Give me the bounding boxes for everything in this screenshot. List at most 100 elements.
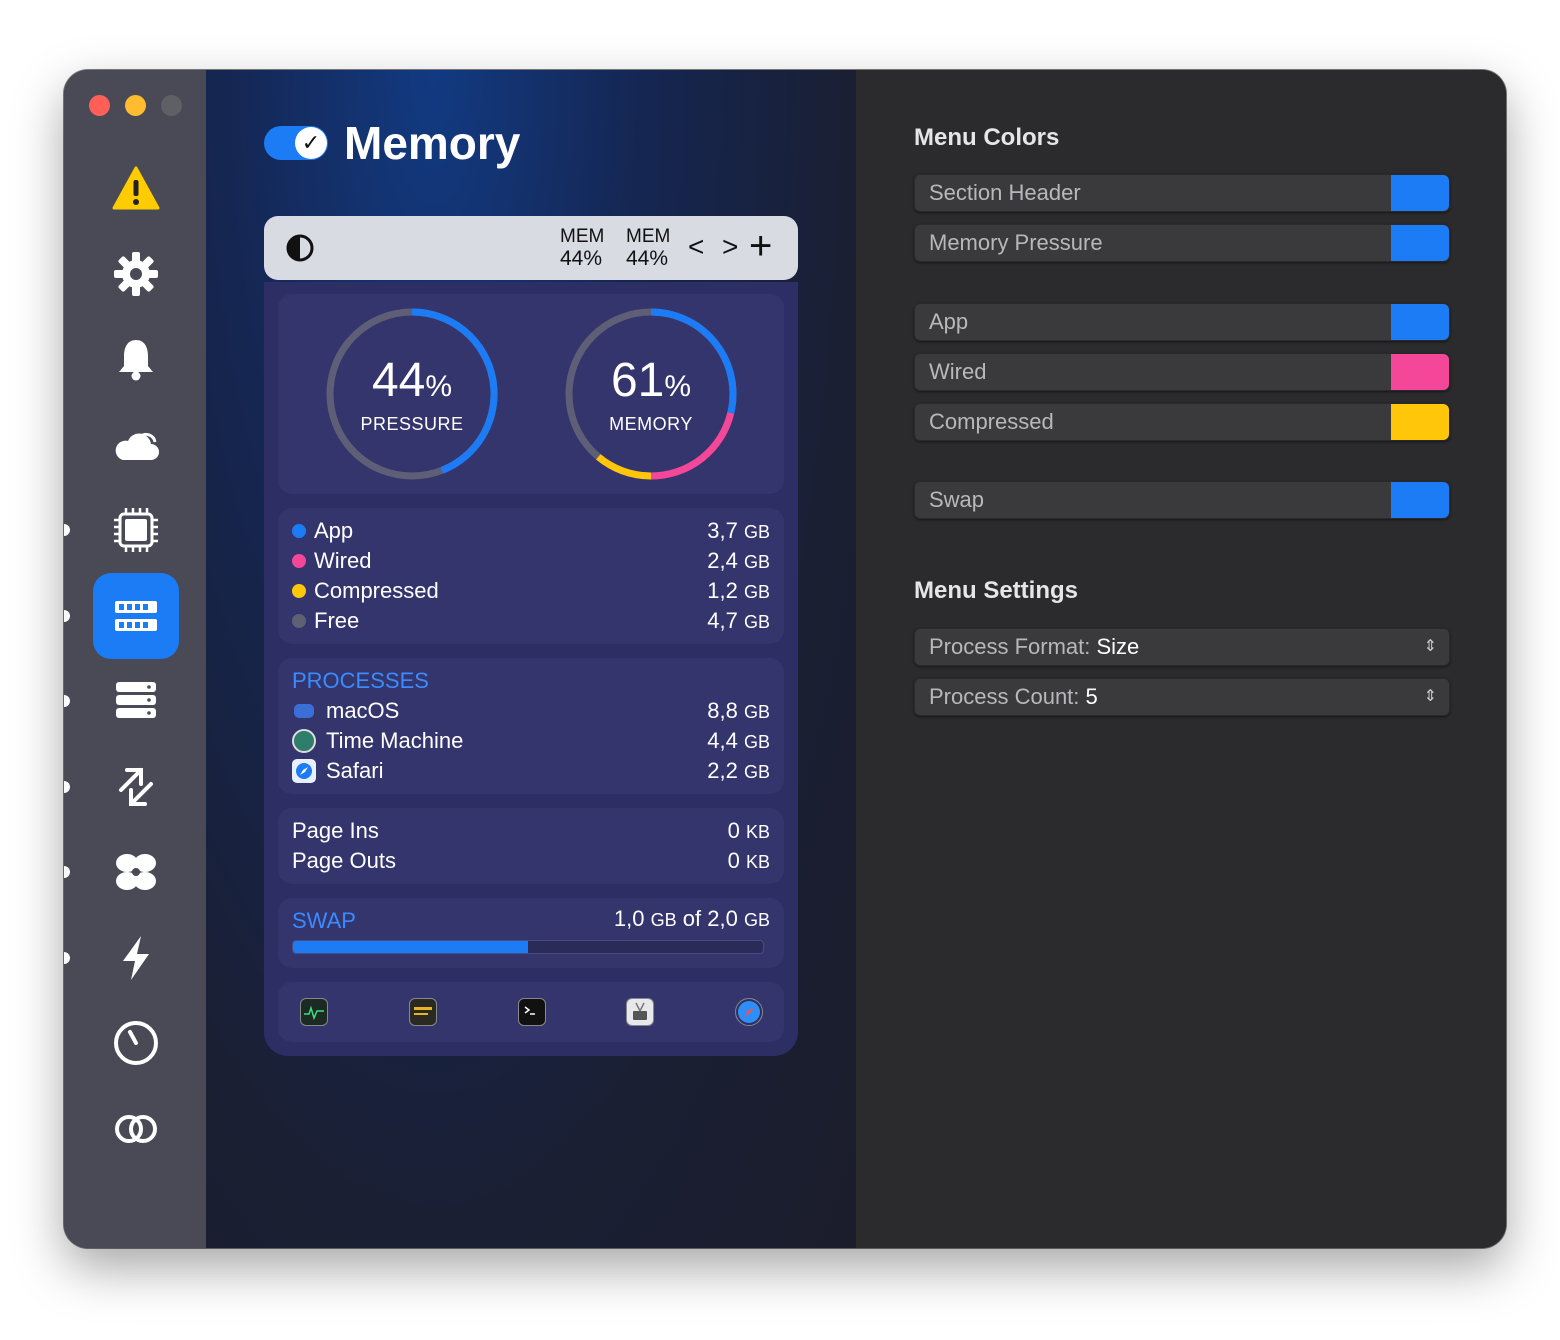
- color-swatch[interactable]: [1391, 225, 1449, 261]
- sidebar-item-battery[interactable]: [93, 915, 179, 1001]
- chevron-right-icon[interactable]: >: [722, 230, 738, 264]
- color-row-section-header[interactable]: Section Header: [914, 174, 1450, 212]
- swap-progress-fill: [293, 941, 528, 953]
- app-dot: [292, 524, 306, 538]
- menubar-stat: MEM 44%: [626, 226, 671, 270]
- fan-icon: [116, 854, 156, 890]
- list-item: Page Ins 0 KB: [292, 818, 770, 843]
- traffic-lights: [89, 95, 182, 116]
- menubar-stat: MEM 44%: [560, 226, 605, 270]
- rings-icon: [115, 1115, 157, 1143]
- sidebar-item-network[interactable]: [93, 744, 179, 830]
- color-row-memory-pressure[interactable]: Memory Pressure: [914, 224, 1450, 262]
- sidebar-indicator-dot: [64, 866, 70, 878]
- clock-icon: [114, 1021, 158, 1065]
- memory-icon: [115, 601, 157, 631]
- breakdown-card: App 3,7 GB Wired 2,4 GB Compressed 1,2 G…: [278, 508, 784, 644]
- processes-card: PROCESSES macOS 8,8 GB Time Machine 4,4 …: [278, 658, 784, 794]
- macos-icon: [294, 704, 314, 718]
- console-icon[interactable]: [409, 998, 437, 1026]
- check-icon: ✓: [295, 127, 327, 159]
- sidebar-indicator-dot: [64, 781, 70, 793]
- gauges-card: 44% PRESSURE 61% MEMORY: [278, 294, 784, 494]
- cpu-icon: [114, 508, 158, 552]
- color-row-wired[interactable]: Wired: [914, 353, 1450, 391]
- chevron-left-icon[interactable]: <: [688, 230, 704, 264]
- enable-toggle[interactable]: ✓: [264, 126, 328, 160]
- color-swatch[interactable]: [1391, 482, 1449, 518]
- color-swatch[interactable]: [1391, 404, 1449, 440]
- list-item: App 3,7 GB: [292, 516, 770, 546]
- color-row-compressed[interactable]: Compressed: [914, 403, 1450, 441]
- sidebar-item-cpu[interactable]: [93, 487, 179, 573]
- memory-gauge-label: 61% MEMORY: [609, 354, 693, 435]
- memory-gauge-compressed-arc: [596, 454, 652, 480]
- cloud-icon: [115, 432, 159, 460]
- settings-pane: Menu Colors Section Header Memory Pressu…: [856, 70, 1506, 1248]
- process-count-select[interactable]: Process Count: 5 ⇕: [914, 678, 1450, 716]
- memory-panel: 44% PRESSURE 61% MEMORY App 3,7 GB Wired…: [264, 282, 798, 1056]
- close-button[interactable]: [89, 95, 110, 116]
- list-item: Page Outs 0 KB: [292, 848, 770, 873]
- list-item: Free 4,7 GB: [292, 606, 770, 636]
- process-row: Time Machine 4,4 GB: [292, 726, 770, 756]
- minimize-button[interactable]: [125, 95, 146, 116]
- sidebar-item-disk[interactable]: [93, 658, 179, 744]
- time-machine-icon: [292, 729, 316, 753]
- free-dot: [292, 614, 306, 628]
- menu-settings-title: Menu Settings: [914, 577, 1079, 604]
- safari-icon: [292, 759, 316, 783]
- plus-icon[interactable]: +: [749, 224, 772, 268]
- shortcuts-card: [278, 982, 784, 1042]
- sidebar-item-fan[interactable]: [93, 829, 179, 915]
- sidebar-item-weather[interactable]: [93, 402, 179, 488]
- sidebar-item-clock[interactable]: [93, 1000, 179, 1086]
- warning-icon: [112, 166, 160, 210]
- updown-chevron-icon: ⇕: [1423, 638, 1437, 655]
- list-item: Wired 2,4 GB: [292, 546, 770, 576]
- preview-pane: ✓ Memory MEM 44% MEM 44% < > + 44% PRESS…: [206, 70, 856, 1248]
- app-window: ✓ Memory MEM 44% MEM 44% < > + 44% PRESS…: [64, 70, 1506, 1248]
- color-row-app[interactable]: App: [914, 303, 1450, 341]
- activity-monitor-icon[interactable]: [300, 998, 328, 1026]
- title-row: ✓ Memory: [264, 116, 520, 170]
- gear-icon: [114, 252, 158, 296]
- compressed-dot: [292, 584, 306, 598]
- color-swatch[interactable]: [1391, 304, 1449, 340]
- system-info-icon[interactable]: [626, 998, 654, 1026]
- list-item: Compressed 1,2 GB: [292, 576, 770, 606]
- disk-icon: [116, 682, 156, 718]
- color-swatch[interactable]: [1391, 354, 1449, 390]
- safari-icon[interactable]: [735, 998, 763, 1026]
- processes-title: PROCESSES: [292, 668, 429, 693]
- wired-dot: [292, 554, 306, 568]
- sidebar-item-memory[interactable]: [93, 573, 179, 659]
- swap-title: SWAP: [292, 908, 356, 933]
- process-format-select[interactable]: Process Format: Size ⇕: [914, 628, 1450, 666]
- process-row: Safari 2,2 GB: [292, 756, 770, 786]
- sidebar-item-warning[interactable]: [93, 146, 179, 232]
- lightning-icon: [123, 936, 149, 980]
- paging-card: Page Ins 0 KB Page Outs 0 KB: [278, 808, 784, 884]
- sidebar-item-notifications[interactable]: [93, 316, 179, 402]
- sidebar-item-settings[interactable]: [93, 231, 179, 317]
- page-title: Memory: [344, 117, 521, 169]
- menubar-preview: MEM 44% MEM 44% < > +: [264, 216, 798, 280]
- terminal-icon[interactable]: [518, 998, 546, 1026]
- contrast-icon[interactable]: [285, 233, 315, 263]
- color-row-swap[interactable]: Swap: [914, 481, 1450, 519]
- bell-icon: [119, 340, 153, 381]
- swap-card: SWAP 1,0 GB of 2,0 GB: [278, 898, 784, 968]
- swap-progress-bar: [292, 940, 764, 954]
- sidebar: [64, 70, 206, 1248]
- menu-colors-title: Menu Colors: [914, 124, 1060, 151]
- color-swatch[interactable]: [1391, 175, 1449, 211]
- network-icon: [119, 768, 153, 806]
- process-row: macOS 8,8 GB: [292, 696, 770, 726]
- zoom-button[interactable]: [161, 95, 182, 116]
- sidebar-indicator-dot: [64, 610, 70, 622]
- swap-usage: 1,0 GB of 2,0 GB: [613, 906, 770, 931]
- sidebar-indicator-dot: [64, 524, 70, 536]
- sidebar-item-combine[interactable]: [93, 1086, 179, 1172]
- sidebar-indicator-dot: [64, 695, 70, 707]
